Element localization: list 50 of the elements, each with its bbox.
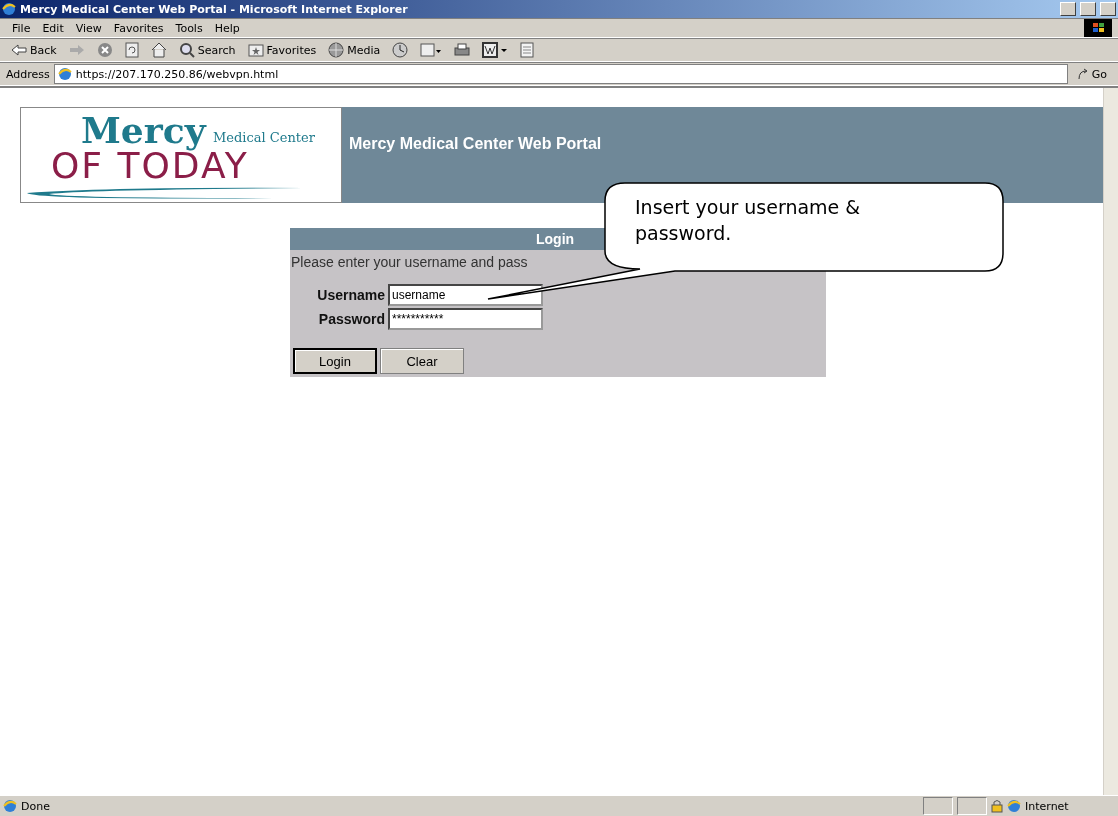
zone-text: Internet [1025, 799, 1070, 813]
arrow-icon [1076, 68, 1089, 80]
globe-icon [328, 42, 345, 58]
field-label: Username [316, 287, 385, 303]
refresh-icon [124, 42, 139, 58]
toolbar-button[interactable]: Back [6, 41, 62, 59]
status-text: Done [21, 799, 51, 813]
printer-icon [454, 43, 471, 57]
toolbar-button[interactable]: Media [323, 40, 386, 60]
browser-icon [57, 67, 72, 81]
browser-icon [1007, 799, 1021, 813]
status-pane [957, 797, 987, 815]
minimize-button[interactable] [1060, 2, 1076, 16]
address-label: Address [6, 67, 50, 81]
input-field[interactable]: *********** [388, 308, 543, 330]
portal-title: Mercy Medical Center Web Portal [348, 134, 602, 154]
menu-item[interactable]: Edit [36, 19, 70, 37]
logo-subtitle: Medical Center [213, 130, 315, 145]
menu-item[interactable]: File [6, 19, 37, 37]
menu-item[interactable]: Tools [169, 19, 209, 37]
go-button[interactable]: Go [1071, 65, 1112, 83]
forward-arrow-icon [68, 44, 85, 56]
field-label: Password [317, 311, 385, 327]
form-button[interactable]: Login [293, 348, 377, 374]
scrollbar[interactable] [1103, 88, 1118, 795]
menu-item[interactable]: Favorites [107, 19, 170, 37]
browser-icon [2, 2, 16, 16]
instructions: Please enter your username and pass [290, 253, 529, 270]
home-icon [150, 42, 167, 58]
search-icon [178, 42, 195, 58]
padlock-icon [991, 799, 1003, 813]
star-folder-icon [247, 43, 264, 57]
back-arrow-icon [11, 44, 27, 56]
close-button[interactable] [1100, 2, 1116, 16]
stop-icon [96, 42, 113, 58]
menu-item[interactable]: View [69, 19, 108, 37]
toolbar-button[interactable]: Favorites [242, 41, 322, 59]
restore-button[interactable] [1080, 2, 1096, 16]
windows-logo-icon [1084, 19, 1112, 37]
notepad-icon [520, 42, 535, 58]
toolbar-button[interactable]: Search [173, 40, 241, 60]
form-button[interactable]: Clear [380, 348, 464, 374]
window-title: Mercy Medical Center Web Portal - Microsoft Internet Explorer [20, 2, 409, 16]
clock-icon [392, 42, 409, 58]
browser-icon [3, 799, 17, 813]
address-field[interactable]: https://207.170.250.86/webvpn.html [53, 64, 1068, 84]
menu-item[interactable]: Help [208, 19, 246, 37]
input-field[interactable]: username [388, 284, 543, 306]
status-pane [923, 797, 953, 815]
document-icon [482, 42, 509, 58]
